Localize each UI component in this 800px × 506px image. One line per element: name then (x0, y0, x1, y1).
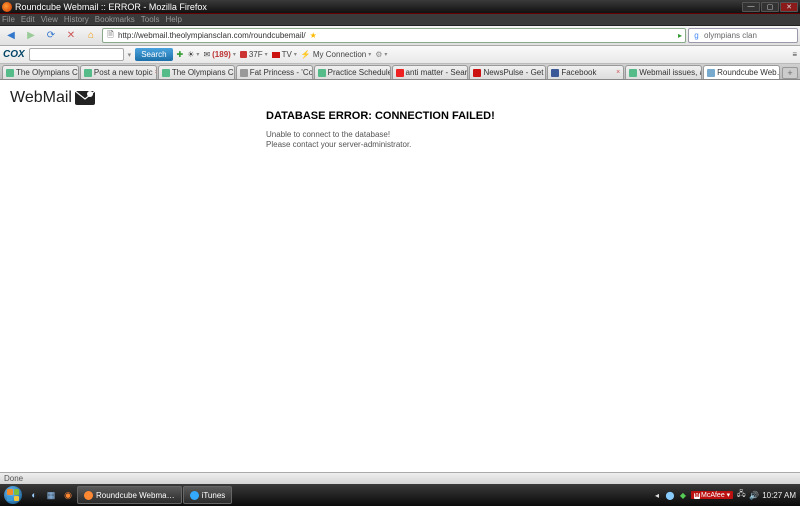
tab-2[interactable]: The Olympians Clan × (158, 65, 235, 79)
go-button[interactable]: ▸ (678, 31, 682, 40)
search-box[interactable]: g olympians clan (688, 28, 798, 43)
home-button[interactable]: ⌂ (82, 28, 100, 44)
cox-more[interactable]: ≡ (792, 50, 797, 59)
reload-button[interactable]: ⟳ (42, 28, 60, 44)
task-itunes[interactable]: iTunes (183, 486, 233, 504)
menu-view[interactable]: View (41, 15, 58, 24)
status-text: Done (4, 474, 23, 483)
close-button[interactable]: ✕ (780, 2, 798, 12)
mcafee-badge[interactable]: MMcAfee ▾ (691, 491, 733, 499)
new-tab-button[interactable]: + (782, 67, 798, 79)
menu-tools[interactable]: Tools (141, 15, 160, 24)
tab-favicon (629, 69, 637, 77)
tab-label: Facebook (561, 68, 596, 77)
navigation-toolbar: ◀ ▶ ⟳ ✕ ⌂ 🗎 http://webmail.theolympiansc… (0, 26, 800, 46)
back-button[interactable]: ◀ (2, 28, 20, 44)
forward-button[interactable]: ▶ (22, 28, 40, 44)
tab-7[interactable]: Facebook × (547, 65, 624, 79)
webmail-logo: WebMail (10, 89, 95, 107)
menu-bookmarks[interactable]: Bookmarks (95, 15, 135, 24)
window-titlebar: Roundcube Webmail :: ERROR - Mozilla Fir… (0, 0, 800, 14)
tray-shield-icon[interactable]: ◆ (678, 490, 688, 500)
cox-toolbar: COX ▾ Search ✚ ☀ ✉(189) 37F TV ⚡My Conne… (0, 46, 800, 64)
start-button[interactable] (1, 484, 25, 506)
cox-tv[interactable]: TV (272, 50, 297, 59)
tab-4[interactable]: Practice Schedule× (314, 65, 391, 79)
cox-search-input[interactable] (29, 48, 124, 61)
cox-search-button[interactable]: Search (135, 48, 172, 61)
tab-favicon (6, 69, 14, 77)
tab-label: Post a new topic (94, 68, 153, 77)
menu-help[interactable]: Help (165, 15, 181, 24)
tab-0[interactable]: The Olympians Cla…× (2, 65, 79, 79)
tab-3[interactable]: Fat Princess - 'Con…× (236, 65, 313, 79)
cox-logo: COX (3, 49, 25, 60)
tray-expand-icon[interactable]: ◂ (652, 490, 662, 500)
tab-6[interactable]: NewsPulse - Get th…× (469, 65, 546, 79)
clock[interactable]: 10:27 AM (762, 491, 796, 500)
tab-favicon (551, 69, 559, 77)
google-icon: g (692, 31, 701, 40)
minimize-button[interactable]: — (742, 2, 760, 12)
tab-favicon (396, 69, 404, 77)
menu-history[interactable]: History (64, 15, 89, 24)
tab-close-icon[interactable]: × (155, 69, 157, 76)
tab-label: NewsPulse - Get th… (483, 68, 546, 77)
menu-bar: File Edit View History Bookmarks Tools H… (0, 14, 800, 26)
tab-5[interactable]: anti matter - Searc…× (392, 65, 469, 79)
cox-add-button[interactable]: ✚ (177, 50, 184, 59)
tab-9[interactable]: Roundcube Web… × (703, 65, 780, 79)
page-favicon: 🗎 (106, 31, 115, 40)
tab-label: The Olympians Clan (172, 68, 235, 77)
tab-label: Roundcube Web… (717, 68, 780, 77)
cox-mail[interactable]: ✉(189) (203, 50, 235, 59)
tray-action-icon[interactable]: ⬤ (665, 490, 675, 500)
url-bar[interactable]: 🗎 http://webmail.theolympiansclan.com/ro… (102, 28, 686, 43)
tab-8[interactable]: Webmail issues, ag…× (625, 65, 702, 79)
quicklaunch-1[interactable]: ◐ (26, 487, 42, 503)
tray-network-icon[interactable]: 🖧 (736, 490, 746, 500)
url-text: http://webmail.theolympiansclan.com/roun… (118, 31, 306, 40)
error-block: DATABASE ERROR: CONNECTION FAILED! Unabl… (266, 110, 516, 151)
firefox-icon (2, 2, 12, 12)
tab-label: The Olympians Cla… (16, 68, 79, 77)
system-tray: ◂ ⬤ ◆ MMcAfee ▾ 🖧 🔊 10:27 AM (652, 490, 799, 500)
task-roundcube[interactable]: Roundcube Webma… (77, 486, 182, 504)
search-text: olympians clan (704, 31, 757, 40)
cox-temp[interactable]: 37F (240, 50, 268, 59)
envelope-icon (75, 91, 95, 105)
star-icon[interactable]: ★ (309, 31, 318, 40)
tab-label: Practice Schedule (328, 68, 391, 77)
tab-label: Webmail issues, ag… (639, 68, 702, 77)
taskbar: ◐ ▦ ◉ Roundcube Webma… iTunes ◂ ⬤ ◆ MMcA… (0, 484, 800, 506)
quicklaunch-2[interactable]: ▦ (43, 487, 59, 503)
tab-close-icon[interactable]: × (616, 69, 620, 76)
tab-strip: The Olympians Cla…×Post a new topic×The … (0, 64, 800, 80)
status-bar: Done (0, 472, 800, 484)
error-message: Unable to connect to the database! Pleas… (266, 130, 516, 151)
maximize-button[interactable]: ▢ (761, 2, 779, 12)
tab-favicon (318, 69, 326, 77)
cox-connection[interactable]: ⚡My Connection (301, 50, 371, 59)
tab-label: anti matter - Searc… (406, 68, 469, 77)
tab-favicon (162, 69, 170, 77)
error-heading: DATABASE ERROR: CONNECTION FAILED! (266, 110, 516, 124)
stop-button[interactable]: ✕ (62, 28, 80, 44)
window-title: Roundcube Webmail :: ERROR - Mozilla Fir… (15, 2, 741, 12)
cox-weather[interactable]: ☀ (187, 50, 199, 59)
tab-label: Fat Princess - 'Con… (250, 68, 313, 77)
tab-favicon (707, 69, 715, 77)
quicklaunch-ff[interactable]: ◉ (60, 487, 76, 503)
tab-favicon (240, 69, 248, 77)
tray-volume-icon[interactable]: 🔊 (749, 490, 759, 500)
menu-edit[interactable]: Edit (21, 15, 35, 24)
tab-1[interactable]: Post a new topic× (80, 65, 157, 79)
page-content: WebMail DATABASE ERROR: CONNECTION FAILE… (0, 80, 800, 472)
cox-settings[interactable]: ⚙ (375, 50, 387, 59)
tab-favicon (473, 69, 481, 77)
menu-file[interactable]: File (2, 15, 15, 24)
tab-favicon (84, 69, 92, 77)
